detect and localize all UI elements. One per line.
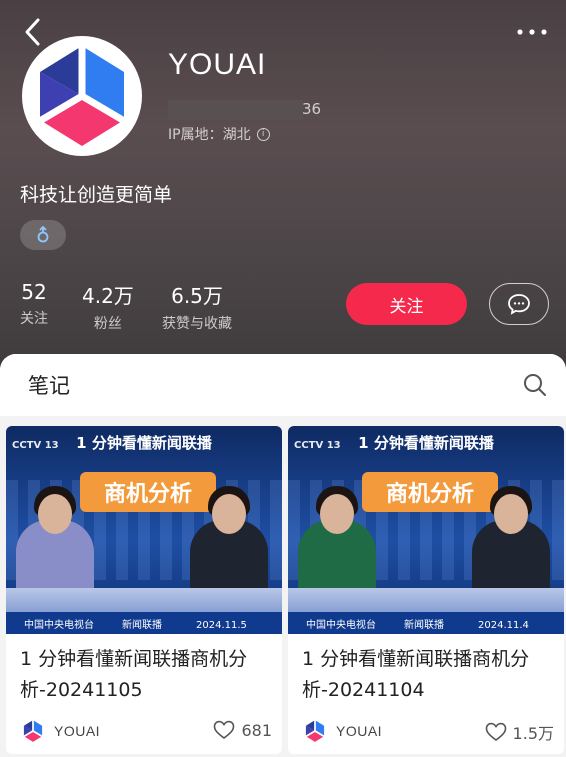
stat-likes-label: 获赞与收藏	[162, 316, 232, 332]
avatar[interactable]	[22, 36, 142, 156]
note-thumbnail: 1 分钟看懂新闻联播 CCTV 13 商机分析 中国中央电视台 新闻联播 202…	[6, 426, 282, 634]
topic-badge: 商机分析	[362, 472, 498, 512]
author-name: YOUAI	[54, 723, 101, 739]
info-icon[interactable]: i	[256, 127, 270, 141]
stat-likes-value: 6.5万	[171, 284, 223, 308]
note-author[interactable]: YOUAI	[20, 718, 100, 744]
stat-fans-label: 粉丝	[93, 316, 122, 332]
search-button[interactable]	[522, 372, 548, 398]
stat-likes-collects[interactable]: 6.5万 获赞与收藏	[162, 280, 232, 333]
profile-id-suffix: 36	[302, 100, 322, 118]
note-thumbnail: 1 分钟看懂新闻联播 CCTV 13 商机分析 中国中央电视台 新闻联播 202…	[288, 426, 564, 634]
heart-icon	[214, 720, 235, 739]
stat-following[interactable]: 52 关注	[20, 280, 48, 328]
chat-bubble-icon	[508, 294, 530, 315]
like-button[interactable]: 681	[213, 720, 272, 740]
stat-following-value: 52	[21, 280, 47, 304]
message-button[interactable]	[489, 283, 549, 325]
note-title: 1 分钟看懂新闻联播商机分析-20241105	[20, 648, 248, 701]
heart-icon	[485, 722, 506, 741]
gender-tag	[20, 220, 66, 250]
chevron-left-icon	[25, 18, 40, 46]
more-dots-icon	[517, 29, 547, 35]
lower-third-date: 2024.11.5	[196, 620, 247, 631]
note-title: 1 分钟看懂新闻联播商机分析-20241104	[302, 648, 530, 701]
stat-fans-value: 4.2万	[82, 284, 134, 308]
note-card[interactable]: 1 分钟看懂新闻联播 CCTV 13 商机分析 中国中央电视台 新闻联播 202…	[288, 426, 564, 754]
notes-tab-title[interactable]: 笔记	[28, 370, 70, 400]
note-author[interactable]: YOUAI	[302, 718, 382, 744]
notes-header: 笔记	[0, 354, 566, 416]
author-avatar-icon	[302, 718, 328, 744]
lower-third: 中国中央电视台 新闻联播 2024.11.5	[6, 612, 282, 634]
lower-third: 中国中央电视台 新闻联播 2024.11.4	[288, 612, 564, 634]
back-button[interactable]	[16, 14, 52, 50]
follow-button[interactable]: 关注	[346, 283, 467, 325]
author-avatar-icon	[20, 718, 46, 744]
lower-third-program: 新闻联播	[122, 620, 162, 631]
gender-male-icon	[37, 226, 49, 243]
search-icon	[524, 374, 546, 396]
id-redaction	[168, 100, 303, 120]
author-name: YOUAI	[336, 723, 383, 739]
lower-third-channel: 中国中央电视台	[24, 620, 94, 631]
stat-fans[interactable]: 4.2万 粉丝	[82, 280, 134, 333]
stat-following-label: 关注	[20, 311, 48, 327]
lower-third-date: 2024.11.4	[478, 620, 529, 631]
like-count: 1.5万	[512, 724, 554, 743]
lower-third-program: 新闻联播	[404, 620, 444, 631]
lower-third-channel: 中国中央电视台	[306, 620, 376, 631]
like-count: 681	[241, 720, 272, 740]
youai-logo-icon	[36, 44, 128, 146]
profile-id: 36	[168, 98, 328, 122]
topic-badge: 商机分析	[80, 472, 216, 512]
ip-location: IP属地：湖北 i	[168, 124, 270, 144]
channel-logo: CCTV 13	[294, 440, 341, 451]
ip-location-label: IP属地：湖北	[168, 127, 251, 143]
channel-logo: CCTV 13	[12, 440, 59, 451]
note-card[interactable]: 1 分钟看懂新闻联播 CCTV 13 商机分析 中国中央电视台 新闻联播 202…	[6, 426, 282, 754]
like-button[interactable]: 1.5万	[485, 720, 554, 744]
profile-bio: 科技让创造更简单	[20, 184, 173, 206]
more-options-button[interactable]	[514, 20, 550, 44]
profile-name: YOUAI	[168, 48, 267, 81]
profile-header: YOUAI 36 IP属地：湖北 i 科技让创造更简单 52 关注 4.2万 粉…	[0, 0, 566, 372]
